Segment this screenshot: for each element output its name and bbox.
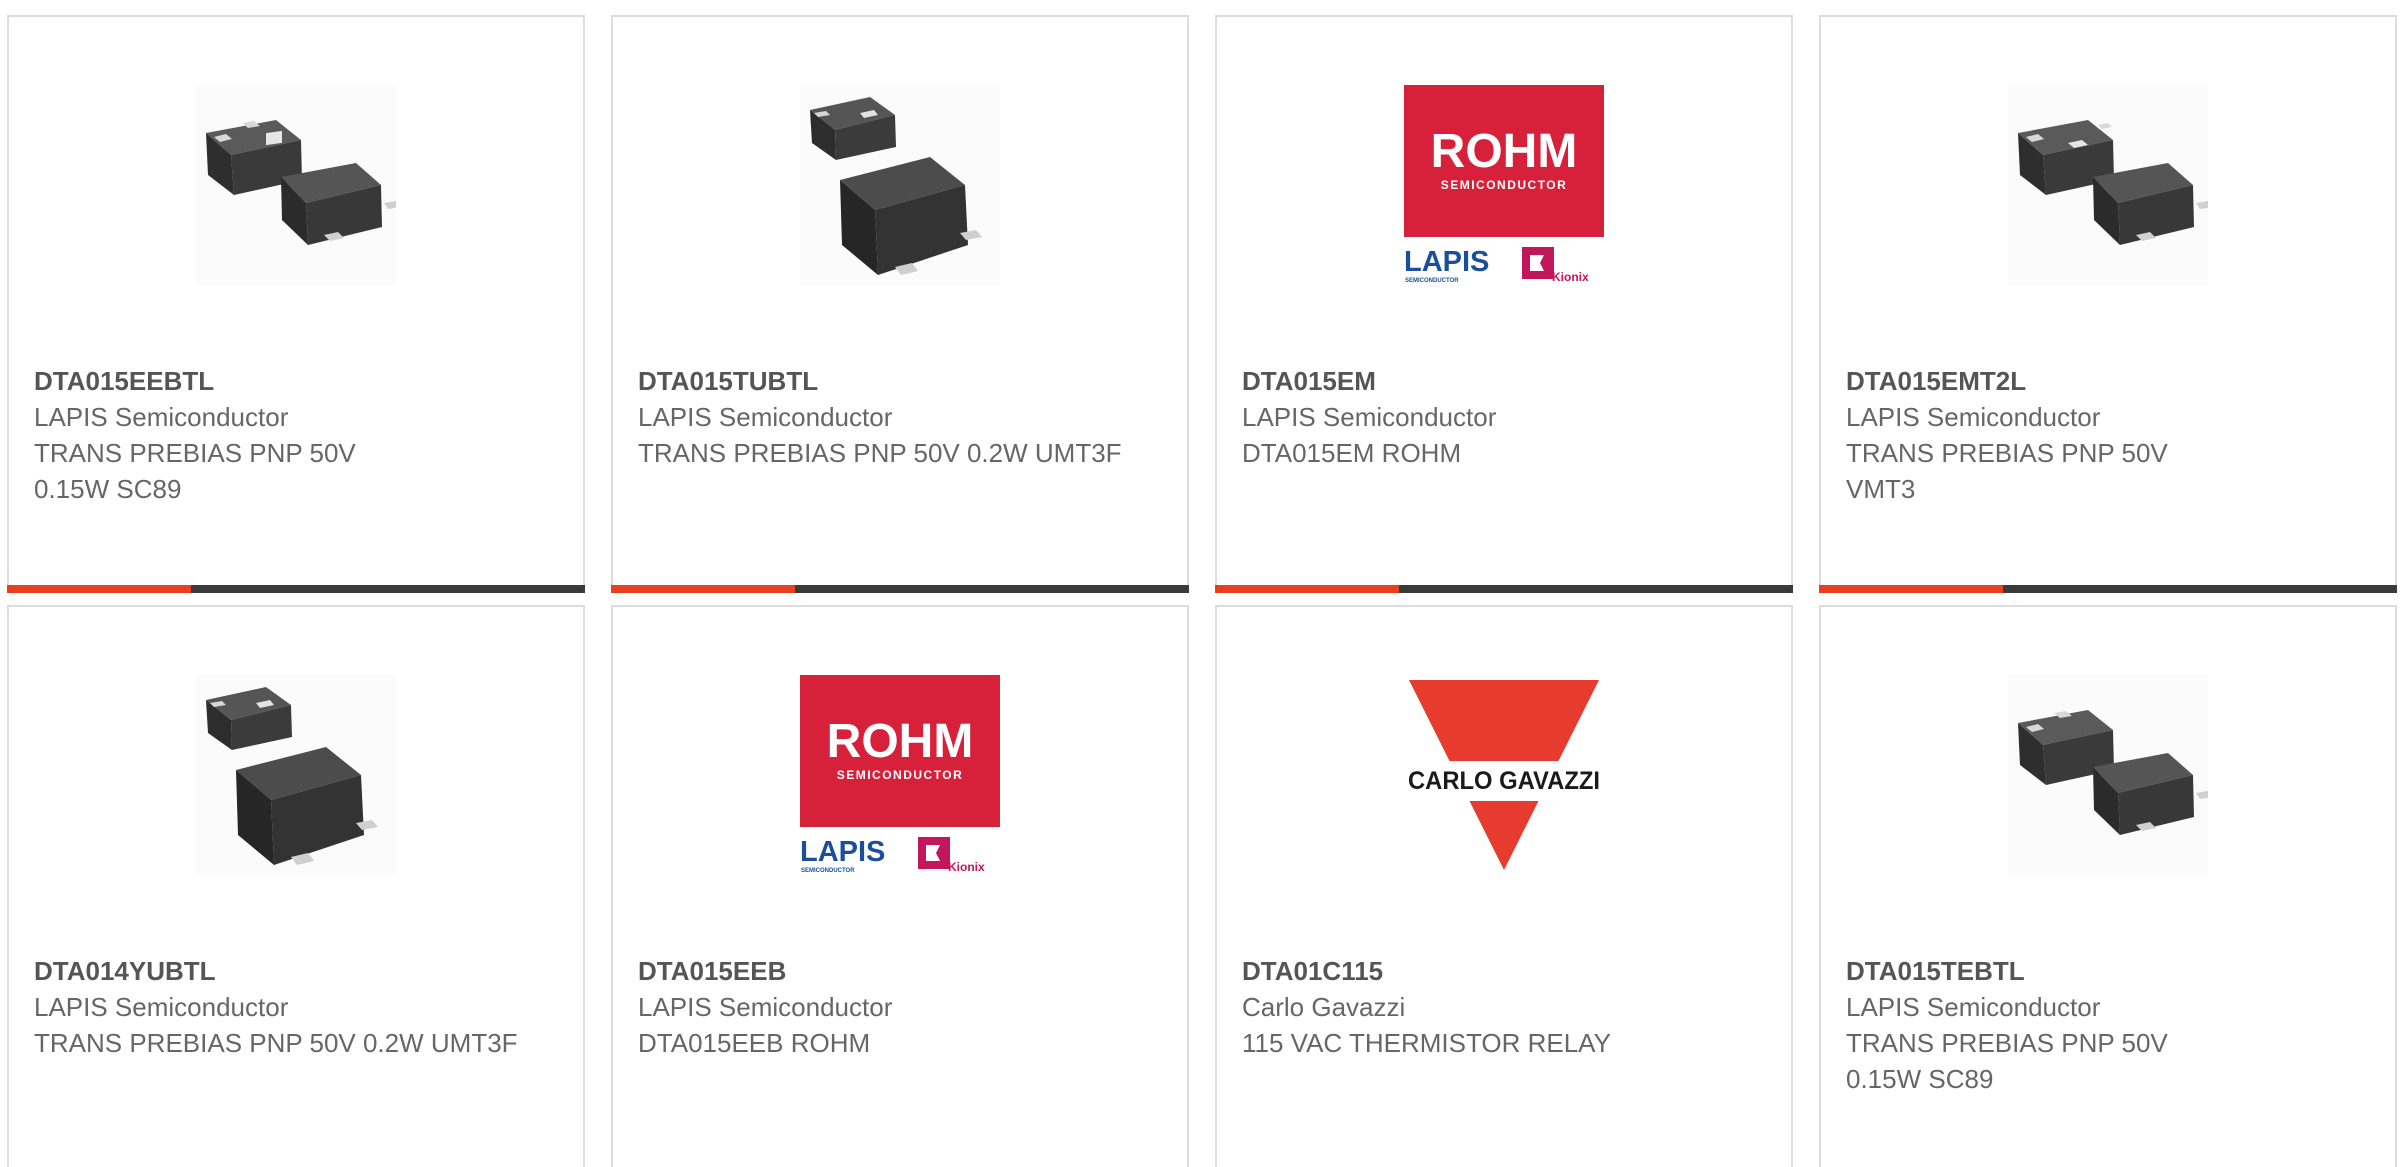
transistor-twin-package-image [2008, 675, 2208, 875]
svg-text:LAPIS: LAPIS [800, 836, 885, 868]
product-card[interactable]: DTA015EMT2L LAPIS Semiconductor TRANS PR… [1819, 15, 2397, 593]
card-bottom-bar [7, 585, 585, 593]
part-number[interactable]: DTA015TEBTL [1846, 953, 2366, 989]
product-info: DTA015TUBTL LAPIS Semiconductor TRANS PR… [638, 363, 1158, 471]
svg-text:SEMICONDUCTOR: SEMICONDUCTOR [1441, 178, 1568, 192]
manufacturer: Carlo Gavazzi [1242, 992, 1406, 1022]
product-card[interactable]: ROHM SEMICONDUCTOR LAPIS SEMICONDUCTOR K… [611, 605, 1189, 1167]
manufacturer: LAPIS Semiconductor [638, 402, 893, 432]
product-image[interactable] [613, 85, 1187, 285]
card-accent-bar [7, 585, 191, 593]
product-image[interactable]: ROHM SEMICONDUCTOR LAPIS SEMICONDUCTOR K… [1217, 85, 1791, 285]
description: TRANS PREBIAS PNP 50V 0.15W SC89 [34, 438, 356, 504]
svg-text:SEMICONDUCTOR: SEMICONDUCTOR [837, 768, 964, 782]
product-image[interactable] [1821, 85, 2395, 285]
part-number[interactable]: DTA014YUBTL [34, 953, 554, 989]
description: DTA015EM ROHM [1242, 438, 1462, 468]
svg-text:ROHM: ROHM [827, 715, 974, 768]
manufacturer: LAPIS Semiconductor [1846, 992, 2101, 1022]
manufacturer: LAPIS Semiconductor [638, 992, 893, 1022]
card-bottom-bar [611, 585, 1189, 593]
transistor-package-image [196, 675, 396, 875]
product-card[interactable]: DTA015TEBTL LAPIS Semiconductor TRANS PR… [1819, 605, 2397, 1167]
svg-text:Kionix: Kionix [1552, 270, 1589, 284]
card-accent-bar [1215, 585, 1399, 593]
description: TRANS PREBIAS PNP 50V VMT3 [1846, 438, 2168, 504]
description: DTA015EEB ROHM [638, 1028, 871, 1058]
manufacturer: LAPIS Semiconductor [1846, 402, 2101, 432]
product-info: DTA015EEB LAPIS Semiconductor DTA015EEB … [638, 953, 1158, 1061]
manufacturer: LAPIS Semiconductor [34, 992, 289, 1022]
description: TRANS PREBIAS PNP 50V 0.15W SC89 [1846, 1028, 2168, 1094]
part-number[interactable]: DTA01C115 [1242, 953, 1762, 989]
product-info: DTA014YUBTL LAPIS Semiconductor TRANS PR… [34, 953, 554, 1061]
card-bottom-bar [1819, 585, 2397, 593]
product-image[interactable] [1821, 675, 2395, 875]
rohm-logo: ROHM SEMICONDUCTOR LAPIS SEMICONDUCTOR K… [1404, 85, 1604, 284]
manufacturer: LAPIS Semiconductor [34, 402, 289, 432]
svg-text:ROHM: ROHM [1431, 125, 1578, 178]
part-number[interactable]: DTA015EMT2L [1846, 363, 2366, 399]
card-accent-bar [611, 585, 795, 593]
product-card[interactable]: DTA015TUBTL LAPIS Semiconductor TRANS PR… [611, 15, 1189, 593]
part-number[interactable]: DTA015EEB [638, 953, 1158, 989]
product-card[interactable]: DTA015EEBTL LAPIS Semiconductor TRANS PR… [7, 15, 585, 593]
product-info: DTA015EMT2L LAPIS Semiconductor TRANS PR… [1846, 363, 2366, 507]
svg-text:Kionix: Kionix [948, 860, 985, 874]
product-card[interactable]: DTA014YUBTL LAPIS Semiconductor TRANS PR… [7, 605, 585, 1167]
rohm-logo: ROHM SEMICONDUCTOR LAPIS SEMICONDUCTOR K… [800, 675, 1000, 874]
part-number[interactable]: DTA015EM [1242, 363, 1762, 399]
product-card[interactable]: ROHM SEMICONDUCTOR LAPIS SEMICONDUCTOR K… [1215, 15, 1793, 593]
product-image[interactable]: CARLO GAVAZZI [1217, 675, 1791, 875]
product-card[interactable]: CARLO GAVAZZI DTA01C115 Carlo Gavazzi 11… [1215, 605, 1793, 1167]
manufacturer: LAPIS Semiconductor [1242, 402, 1497, 432]
product-image[interactable] [9, 85, 583, 285]
product-image[interactable]: ROHM SEMICONDUCTOR LAPIS SEMICONDUCTOR K… [613, 675, 1187, 875]
product-info: DTA01C115 Carlo Gavazzi 115 VAC THERMIST… [1242, 953, 1762, 1061]
card-bottom-bar [1215, 585, 1793, 593]
transistor-twin-package-image [2008, 85, 2208, 285]
description: TRANS PREBIAS PNP 50V 0.2W UMT3F [638, 438, 1122, 468]
description: TRANS PREBIAS PNP 50V 0.2W UMT3F [34, 1028, 518, 1058]
card-accent-bar [1819, 585, 2003, 593]
svg-text:SEMICONDUCTOR: SEMICONDUCTOR [1405, 278, 1459, 284]
product-info: DTA015EEBTL LAPIS Semiconductor TRANS PR… [34, 363, 554, 507]
transistor-package-image [800, 85, 1000, 285]
product-grid: DTA015EEBTL LAPIS Semiconductor TRANS PR… [0, 0, 2400, 1167]
svg-text:CARLO GAVAZZI: CARLO GAVAZZI [1408, 767, 1600, 795]
product-info: DTA015EM LAPIS Semiconductor DTA015EM RO… [1242, 363, 1762, 471]
svg-text:LAPIS: LAPIS [1404, 246, 1489, 278]
description: 115 VAC THERMISTOR RELAY [1242, 1028, 1611, 1058]
transistor-twin-package-image [196, 85, 396, 285]
part-number[interactable]: DTA015TUBTL [638, 363, 1158, 399]
carlo-gavazzi-logo: CARLO GAVAZZI [1404, 680, 1604, 870]
svg-text:SEMICONDUCTOR: SEMICONDUCTOR [801, 868, 855, 874]
product-image[interactable] [9, 675, 583, 875]
part-number[interactable]: DTA015EEBTL [34, 363, 554, 399]
product-info: DTA015TEBTL LAPIS Semiconductor TRANS PR… [1846, 953, 2366, 1097]
